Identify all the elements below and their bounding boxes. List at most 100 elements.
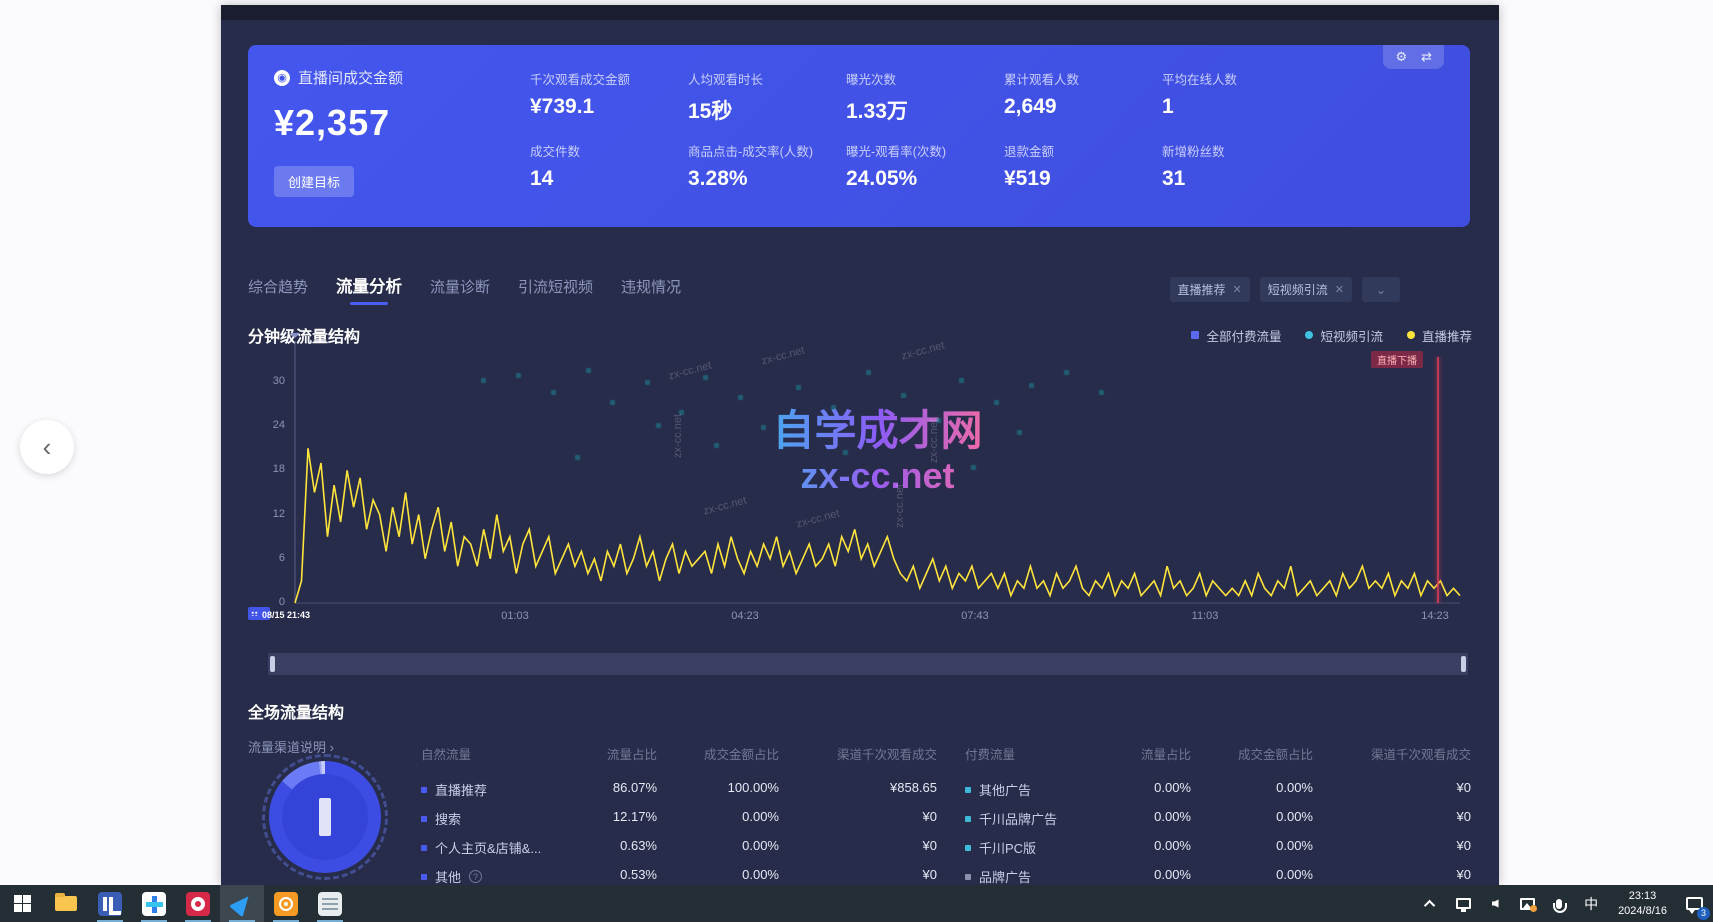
action-center-icon[interactable]: 3 xyxy=(1681,885,1707,922)
legend-item-2[interactable]: 直播推荐 xyxy=(1407,326,1472,345)
natural-cell: 100.00% xyxy=(657,775,779,804)
arrow-right-icon: › xyxy=(330,740,334,755)
channel-dot xyxy=(965,787,971,793)
stream-end-line xyxy=(1437,357,1439,603)
metric-label: 平均在线人数 xyxy=(1162,69,1320,88)
metric-label: 新增粉丝数 xyxy=(1162,141,1320,160)
minute-traffic-chart[interactable]: 自学成才网 zx-cc.net 08/15 21:4301:0304:2307:… xyxy=(295,355,1460,605)
taskbar-app-pointer[interactable] xyxy=(220,885,264,922)
taskbar-clock[interactable]: 23:13 2024/8/16 xyxy=(1610,889,1675,918)
natural-row-label: 个人主页&店铺&... xyxy=(421,833,569,862)
channel-dot xyxy=(421,845,427,851)
taskbar-start[interactable] xyxy=(0,885,44,922)
close-icon[interactable]: ✕ xyxy=(1233,283,1242,296)
slider-handle-left[interactable] xyxy=(270,656,275,672)
taskbar-app-orange-dot[interactable] xyxy=(264,885,308,922)
taskbar-notepad[interactable] xyxy=(308,885,352,922)
taskbar-app-red-o[interactable] xyxy=(176,885,220,922)
legend-label: 短视频引流 xyxy=(1320,326,1383,345)
y-tick: 24 xyxy=(251,419,285,431)
paid-cell: 0.00% xyxy=(1103,775,1191,804)
metric-value: 3.28% xyxy=(688,167,846,191)
short-video-dot xyxy=(714,443,719,448)
window-titlebar xyxy=(221,5,1499,20)
chip-label: 短视频引流 xyxy=(1268,281,1328,298)
tab-3[interactable]: 引流短视频 xyxy=(518,276,593,305)
filter-dropdown[interactable]: ⌄ xyxy=(1362,277,1400,302)
channel-name: 其他 xyxy=(435,867,461,886)
swap-icon[interactable]: ⇄ xyxy=(1421,49,1432,65)
chart-range-slider[interactable] xyxy=(268,653,1468,675)
ime-indicator[interactable]: 中 xyxy=(1578,885,1604,922)
legend-item-0[interactable]: 全部付费流量 xyxy=(1191,326,1281,345)
short-video-dot xyxy=(1064,370,1069,375)
microphone-icon[interactable] xyxy=(1546,885,1572,922)
analytics-window: ◉ 直播间成交金额 ¥2,357 创建目标 千次观看成交金额¥739.1人均观看… xyxy=(221,5,1499,885)
paid-cell: 0.00% xyxy=(1103,833,1191,862)
short-video-dot xyxy=(575,455,580,460)
snip-icon[interactable] xyxy=(1514,885,1540,922)
explorer-icon xyxy=(55,896,77,911)
tab-1[interactable]: 流量分析 xyxy=(336,273,402,305)
live-recommend-line xyxy=(295,448,1460,603)
channel-name: 其他广告 xyxy=(979,780,1031,799)
slider-handle-right[interactable] xyxy=(1461,656,1466,672)
banner-title: 直播间成交金额 xyxy=(298,67,403,88)
tab-0[interactable]: 综合趋势 xyxy=(248,276,308,305)
x-tick: 11:03 xyxy=(1192,610,1219,622)
metric-7: 曝光-观看率(次数)24.05% xyxy=(846,141,1004,213)
paid-row-label: 其他广告 xyxy=(965,775,1103,804)
gear-icon[interactable]: ⚙ xyxy=(1395,49,1407,65)
clock-time: 23:13 xyxy=(1618,889,1667,903)
y-tick: 6 xyxy=(251,552,285,564)
legend-label: 直播推荐 xyxy=(1422,326,1472,345)
network-icon[interactable] xyxy=(1450,885,1476,922)
create-goal-button[interactable]: 创建目标 xyxy=(274,166,354,197)
taskbar-apps xyxy=(0,885,352,922)
minute-chart-title: 分钟级流量结构 xyxy=(248,323,360,347)
x-axis-labels: 08/15 21:4301:0304:2307:4311:0314:23 xyxy=(295,610,1460,630)
metric-label: 累计观看人数 xyxy=(1004,69,1162,88)
app-pointer-icon xyxy=(229,890,256,917)
close-icon[interactable]: ✕ xyxy=(1335,283,1344,296)
app-l1-icon xyxy=(98,892,122,916)
tray-expand-icon[interactable] xyxy=(1418,885,1444,922)
short-video-dot xyxy=(1099,390,1104,395)
short-video-dot xyxy=(761,425,766,430)
taskbar-explorer[interactable] xyxy=(44,885,88,922)
metric-value: 1.33万 xyxy=(846,95,1004,125)
taskbar-app-l1[interactable] xyxy=(88,885,132,922)
metric-label: 曝光-观看率(次数) xyxy=(846,141,1004,160)
paid-cell: ¥0 xyxy=(1313,833,1471,862)
short-video-dot xyxy=(936,418,941,423)
filter-chip-1[interactable]: 短视频引流 ✕ xyxy=(1260,277,1352,302)
notepad-icon xyxy=(318,892,342,916)
paid-header: 成交金额占比 xyxy=(1191,738,1313,775)
natural-cell: 0.00% xyxy=(657,833,779,862)
tab-4[interactable]: 违规情况 xyxy=(621,276,681,305)
legend-item-1[interactable]: 短视频引流 xyxy=(1305,326,1383,345)
short-video-dot xyxy=(1029,383,1034,388)
taskbar-app-cross[interactable] xyxy=(132,885,176,922)
channel-name: 千川品牌广告 xyxy=(979,809,1057,828)
short-video-dot xyxy=(645,380,650,385)
tab-2[interactable]: 流量诊断 xyxy=(430,276,490,305)
traffic-section-title: 全场流量结构 xyxy=(248,699,344,723)
natural-header: 渠道千次观看成交 xyxy=(779,738,937,775)
natural-cell: 0.00% xyxy=(657,804,779,833)
metric-6: 商品点击-成交率(人数)3.28% xyxy=(688,141,846,213)
natural-cell: 12.17% xyxy=(569,804,657,833)
paid-cell: 0.00% xyxy=(1191,775,1313,804)
volume-icon[interactable] xyxy=(1482,885,1508,922)
channel-dot xyxy=(421,816,427,822)
metric-label: 千次观看成交金额 xyxy=(530,69,688,88)
help-icon[interactable]: ? xyxy=(469,870,482,883)
short-video-dot xyxy=(656,423,661,428)
short-video-dot xyxy=(516,373,521,378)
app-red-o-icon xyxy=(186,892,210,916)
natural-row-label: 直播推荐 xyxy=(421,775,569,804)
filter-chip-0[interactable]: 直播推荐✕ xyxy=(1170,277,1250,302)
metric-9: 新增粉丝数31 xyxy=(1162,141,1320,213)
back-button[interactable]: ‹ xyxy=(20,420,74,474)
app-orange-dot-icon xyxy=(274,892,298,916)
